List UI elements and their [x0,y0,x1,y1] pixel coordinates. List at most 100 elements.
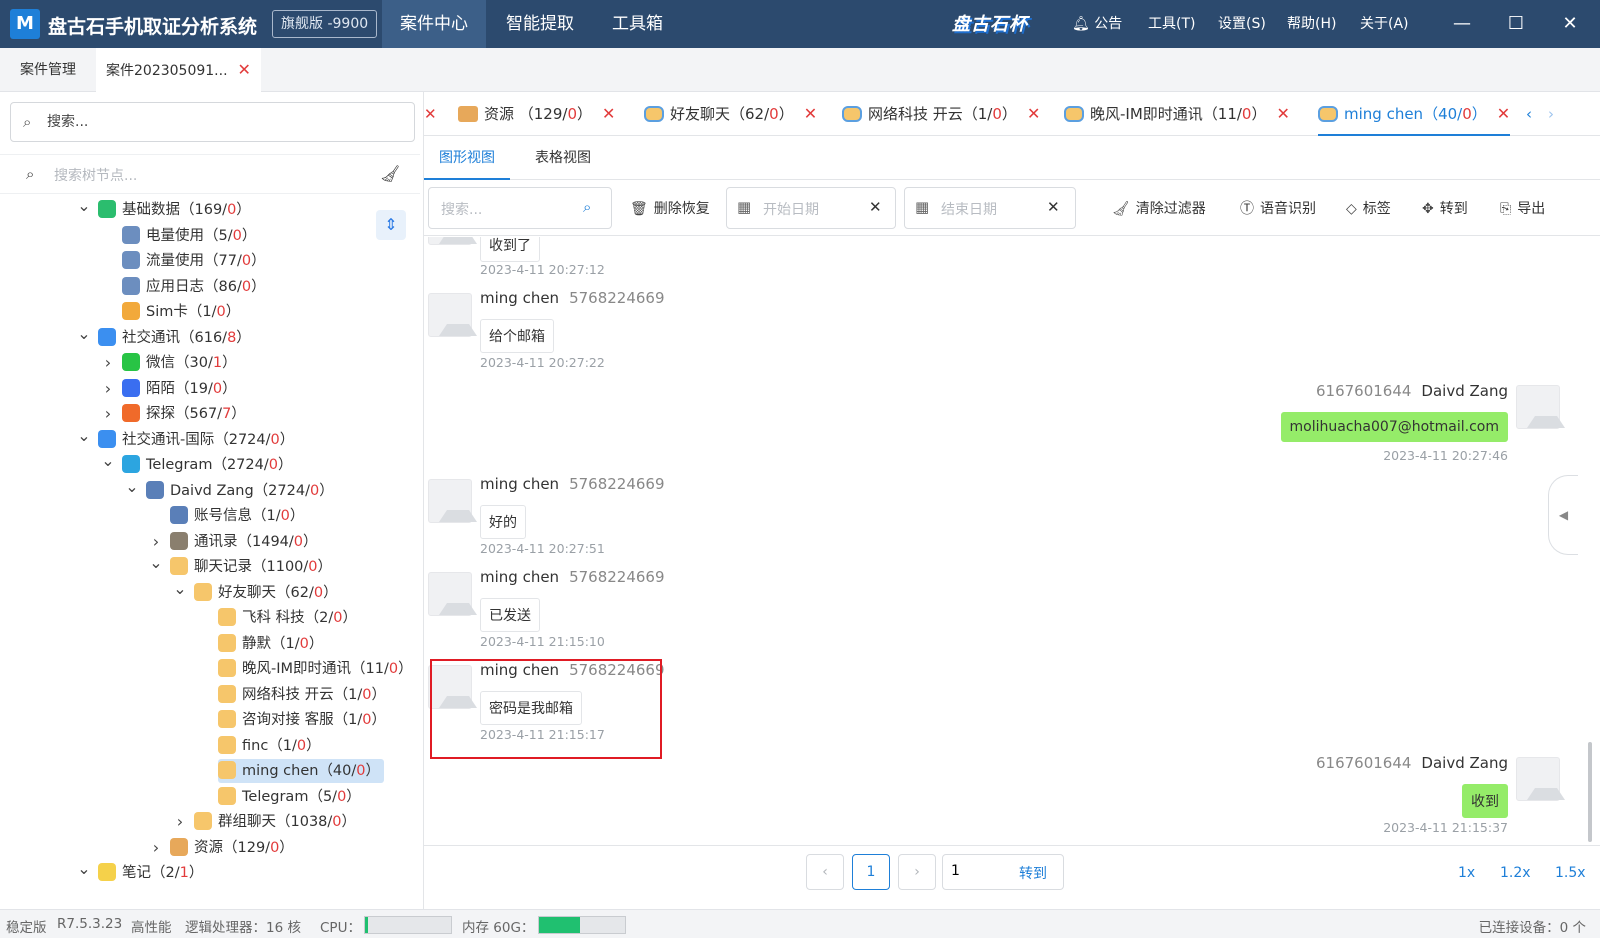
tree-node[interactable]: 电量使用（5/0） [122,224,256,248]
tree-node[interactable]: › 探探（567/7） [105,402,246,426]
end-date-picker[interactable]: ▦ 结束日期 ✕ [904,187,1076,229]
chevron-down-icon[interactable]: ⌄ [76,424,92,448]
tab-case-current[interactable]: 案件202305091... ✕ [96,48,261,92]
tree-node[interactable]: 咨询对接 客服（1/0） [218,708,386,732]
about-menu[interactable]: 关于(A) [1360,0,1409,48]
tree-node[interactable]: finc（1/0） [218,734,321,758]
clear-broom-icon[interactable]: 🧹︎ [380,164,400,183]
tab-ming-chen[interactable]: ming chen（40/0） ✕ [1318,92,1511,136]
tree-node[interactable]: ⌄ Telegram（2724/0） [101,451,292,477]
tree-node[interactable]: › 通讯录（1494/0） [153,530,318,554]
chat-scrollbar[interactable] [1588,742,1592,842]
nav-toolbox[interactable]: 工具箱 [594,0,681,48]
chevron-down-icon[interactable]: ⌄ [148,551,164,575]
speed-1-2x-button[interactable]: 1.2x [1500,865,1531,881]
chevron-down-icon[interactable]: ⌄ [172,577,188,601]
tab-close-partial-icon[interactable]: ✕ [424,92,437,136]
tab-resource[interactable]: 资源 （129/0） ✕ [458,92,615,136]
message-bubble[interactable]: 收到 [1462,784,1508,818]
message-bubble[interactable]: 收到了 [480,237,540,262]
tree-node[interactable]: ⌄ 笔记（2/1） [77,859,203,885]
tree-node[interactable]: Telegram（5/0） [218,785,361,809]
tab-wanfeng-im[interactable]: 晚风-IM即时通讯（11/0） ✕ [1064,92,1290,136]
goto-button[interactable]: ✥ 转到 [1422,198,1468,218]
tree-search-input[interactable] [54,165,354,187]
tab-table-view[interactable]: 表格视图 [520,136,606,180]
tree-node[interactable]: ⌄ 基础数据（169/0） [77,198,251,222]
close-window-button[interactable]: ✕ [1548,0,1592,48]
clear-filter-button[interactable]: 🧹︎ 清除过滤器 [1112,198,1206,218]
chevron-right-icon[interactable]: › [172,810,188,834]
tree-node[interactable]: ⌄ 聊天记录（1100/0） [149,553,332,579]
left-search-input[interactable] [47,111,397,133]
close-icon[interactable]: ✕ [1497,104,1510,123]
tab-case-management[interactable]: 案件管理 [10,48,86,92]
tab-friend-chat[interactable]: 好友聊天（62/0） ✕ [644,92,817,136]
tree-node[interactable]: ⌄ Daivd Zang（2724/0） [125,477,334,503]
current-page-button[interactable]: 1 [852,854,890,890]
clear-icon[interactable]: ✕ [869,198,882,216]
tools-menu[interactable]: 工具(T) [1148,0,1195,48]
goto-page-button[interactable]: 转到 [1019,863,1047,883]
chevron-down-icon[interactable]: ⌄ [76,857,92,881]
tree-node[interactable]: › 陌陌（19/0） [105,377,237,401]
tree-node[interactable]: › 微信（30/1） [105,351,237,375]
tree-node[interactable]: ⌄ 好友聊天（62/0） [173,579,338,605]
minimize-button[interactable]: — [1440,0,1484,48]
tree-node[interactable]: 静默（1/0） [218,632,323,656]
maximize-button[interactable]: ☐ [1494,0,1538,48]
chevron-down-icon[interactable]: ⌄ [76,198,92,218]
tab-graphic-view[interactable]: 图形视图 [424,136,510,180]
close-icon[interactable]: ✕ [1276,104,1289,123]
chevron-right-icon[interactable]: › [100,351,116,375]
chevron-down-icon[interactable]: ⌄ [100,449,116,473]
speed-1x-button[interactable]: 1x [1458,865,1475,881]
tree-node[interactable]: 应用日志（86/0） [122,275,266,299]
export-button[interactable]: ⎘ 导出 [1500,198,1545,218]
chevron-right-icon[interactable]: › [100,377,116,401]
close-icon[interactable]: ✕ [1027,104,1040,123]
collapse-all-icon[interactable]: ⇕ [376,210,406,240]
close-icon[interactable]: ✕ [804,104,817,123]
tree-node[interactable]: 账号信息（1/0） [170,504,304,528]
clear-icon[interactable]: ✕ [1047,198,1060,216]
chevron-down-icon[interactable]: ⌄ [124,475,140,499]
prev-page-button[interactable]: ‹ [806,854,844,890]
start-date-picker[interactable]: ▦ 开始日期 ✕ [726,187,896,229]
nav-smart-extract[interactable]: 智能提取 [488,0,592,48]
tree-node[interactable]: ming chen（40/0） [218,759,384,783]
chevron-right-icon[interactable]: › [100,402,116,426]
close-icon[interactable]: ✕ [602,104,615,123]
close-icon[interactable]: ✕ [238,60,251,79]
tree-node[interactable]: 流量使用（77/0） [122,249,266,273]
speech-recognition-button[interactable]: Ⓣ 语音识别 [1240,198,1316,218]
tabs-scroll-left-icon[interactable]: ‹ [1526,92,1532,136]
delete-recover-button[interactable]: 🗑︎ 删除恢复 [630,198,710,218]
next-page-button[interactable]: › [898,854,936,890]
chevron-down-icon[interactable]: ⌄ [76,322,92,346]
side-panel-toggle-icon[interactable]: ◀ [1548,475,1578,555]
tree-node[interactable]: › 资源（129/0） [153,836,294,860]
tree-node[interactable]: 晚风-IM即时通讯（11/0） [218,657,413,681]
tree-node[interactable]: ⌄ 社交通讯-国际（2724/0） [77,426,294,452]
tree-node[interactable]: › 群组聊天（1038/0） [177,810,356,834]
message-bubble[interactable]: 好的 [480,505,526,539]
tag-button[interactable]: ◇ 标签 [1346,198,1391,218]
help-menu[interactable]: 帮助(H) [1287,0,1336,48]
tree-node[interactable]: Sim卡（1/0） [122,300,240,324]
chat-search-input[interactable]: 搜索... ⌕ [428,187,612,229]
settings-menu[interactable]: 设置(S) [1218,0,1266,48]
notice-menu[interactable]: 🔔︎ 公告 [1072,0,1122,48]
message-bubble[interactable]: 给个邮箱 [480,319,554,353]
message-bubble[interactable]: molihuacha007@hotmail.com [1280,412,1508,442]
nav-case-center[interactable]: 案件中心 [382,0,486,48]
tabs-scroll-right-icon[interactable]: › [1548,92,1554,136]
tree-node[interactable]: ⌄ 社交通讯（616/8） [77,324,251,350]
tree-node[interactable]: 网络科技 开云（1/0） [218,683,386,707]
tree-node[interactable]: 飞科 科技（2/0） [218,606,357,630]
message-bubble[interactable]: 已发送 [480,598,540,632]
speed-1-5x-button[interactable]: 1.5x [1555,865,1586,881]
goto-page-input[interactable] [951,863,1011,879]
chevron-right-icon[interactable]: › [148,836,164,860]
tab-network-tech[interactable]: 网络科技 开云（1/0） ✕ [842,92,1040,136]
